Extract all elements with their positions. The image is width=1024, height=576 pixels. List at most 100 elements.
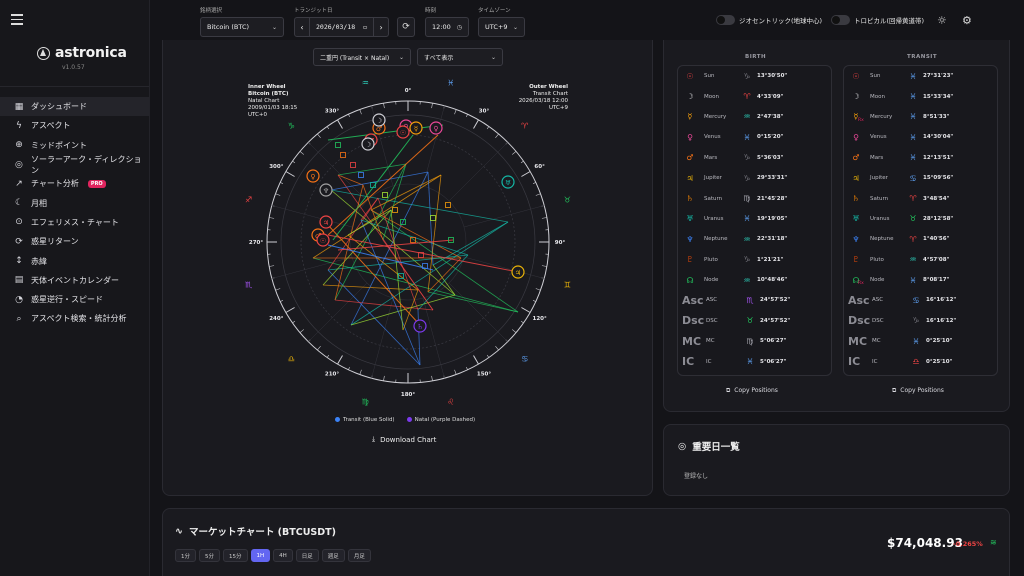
download-chart-button[interactable]: ⤓ Download Chart (372, 435, 436, 444)
position-degree: 3°48'54" (923, 195, 950, 202)
next-day-button[interactable]: › (374, 23, 388, 32)
house-cusp-line (448, 282, 508, 342)
planet-glyph: ☽ (686, 92, 694, 102)
pro-badge: PRO (87, 179, 106, 188)
transit-date-input[interactable]: 2026/03/18 ▭ (309, 18, 375, 36)
inner-wheel-type: Natal Chart (248, 98, 280, 104)
copy-birth-positions-button[interactable]: ⧉ Copy Positions (726, 387, 778, 395)
birth-position-row: IC IC ♓ 5°06'27" (678, 351, 831, 371)
astro-wheel-chart[interactable]: Inner Wheel Bitcoin (BTC) Natal Chart 20… (163, 40, 654, 410)
degree-label: 90° (555, 240, 566, 246)
sidebar-item-10[interactable]: ◔ 惑星逆行・スピード (0, 290, 149, 309)
position-degree: 8°08'17" (923, 277, 950, 284)
degree-tick (521, 171, 531, 177)
timeframe-button[interactable]: 1分 (175, 549, 196, 562)
planet-marker-glyph: ☽ (376, 117, 382, 125)
symbol-select[interactable]: Bitcoin (BTC) ⌄ (200, 17, 284, 37)
aspect-line (334, 184, 364, 301)
theme-sun-icon[interactable]: ☼ (937, 14, 947, 27)
aspect-line (427, 174, 442, 293)
geocentric-label: ジオセントリック(地球中心) (739, 17, 823, 25)
position-degree: 12°13'51" (923, 154, 954, 161)
sign-glyph: ♈ (521, 121, 528, 130)
degree-tick (495, 345, 499, 351)
app-logo: astronica (37, 45, 127, 61)
planet-glyph: ♄ (852, 194, 860, 204)
aspect-line (322, 209, 392, 286)
calendar-icon: ▭ (363, 23, 368, 31)
position-degree: 22°31'18" (757, 236, 788, 243)
copy-transit-positions-button[interactable]: ⧉ Copy Positions (892, 387, 944, 395)
sidebar-item-1[interactable]: ϟ アスペクト (0, 116, 149, 135)
sign-glyph: ♎ (288, 355, 295, 364)
menu-icon[interactable] (11, 14, 23, 25)
sidebar-item-11[interactable]: ⌕ アスペクト検索・統計分析 (0, 309, 149, 328)
position-degree: 19°19'05" (757, 215, 788, 222)
birth-position-row: ☿ Mercury ♒ 2°47'38" (678, 107, 831, 127)
degree-label: 270° (249, 240, 263, 246)
timeframe-button[interactable]: 1H (250, 549, 271, 562)
degree-tick (511, 151, 517, 155)
position-degree: 28°12'58" (923, 215, 954, 222)
degree-tick (317, 133, 321, 139)
sign-glyph: ♏ (746, 295, 754, 305)
sidebar-nav: ▦ ダッシュボード ϟ アスペクト ⊕ ミッドポイント ◎ ソーラーアーク・ディレクション ↗ チ… (0, 97, 149, 329)
refresh-icon[interactable]: ⟳ (397, 17, 415, 37)
geocentric-toggle[interactable]: ジオセントリック(地球中心) (716, 15, 822, 25)
aspect-line (427, 291, 519, 313)
degree-label: 120° (533, 316, 547, 322)
sidebar-item-0[interactable]: ▦ ダッシュボード (0, 97, 149, 117)
sidebar-item-8[interactable]: ↕ 赤緯 (0, 251, 149, 270)
degree-tick (486, 126, 490, 130)
degree-tick (454, 369, 457, 375)
market-chart-panel: ∿ マーケットチャート (BTCUSDT) 1分 5分 15分 1H 4H 日足 週足 月足 … (162, 508, 1010, 576)
timeframe-selector: 1分 5分 15分 1H 4H 日足 週足 月足 (175, 549, 371, 562)
tropical-switch[interactable] (831, 15, 850, 25)
sidebar-item-5[interactable]: ☾ 月相 (0, 193, 149, 212)
timeframe-button[interactable]: 週足 (321, 549, 345, 562)
degree-tick (269, 217, 275, 219)
sidebar-item-9[interactable]: ▤ 天体イベントカレンダー (0, 271, 149, 290)
sidebar-item-7[interactable]: ⟳ 惑星リターン (0, 232, 149, 251)
angle-name: MC (872, 338, 881, 345)
degree-label: 60° (534, 164, 545, 170)
planet-glyph: ♆ (852, 234, 860, 244)
legend-natal-swatch (406, 417, 412, 422)
degree-label: 210° (325, 372, 339, 378)
timeframe-button[interactable]: 4H (273, 549, 293, 562)
timeframe-button[interactable]: 5分 (199, 549, 220, 562)
sidebar-item-6[interactable]: ⊙ エフェリメス・チャート (0, 213, 149, 232)
degree-tick (383, 103, 385, 109)
retrograde-icon: Rx (858, 117, 864, 123)
degree-tick (285, 307, 295, 313)
sidebar-item-2[interactable]: ⊕ ミッドポイント (0, 136, 149, 155)
gear-icon[interactable]: ⚙ (962, 14, 972, 27)
timeframe-button[interactable]: 月足 (347, 549, 371, 562)
timezone-select[interactable]: UTC+9 ⌄ (478, 17, 525, 37)
market-price: $74,048.93 (887, 536, 963, 550)
aspect-line (360, 197, 379, 221)
prev-day-button[interactable]: ‹ (295, 23, 309, 32)
sidebar-item-4[interactable]: ↗ チャート分析 PRO (0, 174, 149, 193)
time-input[interactable]: 12:00 ◷ (425, 17, 469, 37)
timeframe-button[interactable]: 日足 (295, 549, 319, 562)
timeframe-button[interactable]: 15分 (223, 549, 248, 562)
degree-tick (337, 355, 343, 365)
sidebar-item-3[interactable]: ◎ ソーラーアーク・ディレクション (0, 155, 149, 175)
position-degree: 0°25'10" (926, 358, 953, 365)
planet-name: Sun (870, 73, 881, 80)
geocentric-switch[interactable] (716, 15, 735, 25)
planet-glyph: ☊ (686, 275, 694, 285)
planet-glyph: ♂ (852, 153, 860, 163)
aspect-marker (430, 215, 436, 221)
download-icon: ⤓ (372, 435, 376, 443)
tropical-toggle[interactable]: トロピカル(回帰黄道帯) (831, 15, 924, 25)
activity-icon: ∿ (175, 525, 183, 537)
sidebar-item-label: エフェリメス・チャート (31, 217, 119, 227)
timezone-field: タイムゾーン UTC+9 ⌄ (478, 6, 525, 37)
nav-icon: ↕ (15, 256, 23, 267)
angle-glyph: IC (682, 355, 695, 369)
position-degree: 10°48'46" (757, 277, 788, 284)
sidebar-item-label: アスペクト (31, 121, 71, 131)
birth-position-row: ☽ Moon ♈ 4°33'09" (678, 86, 831, 106)
